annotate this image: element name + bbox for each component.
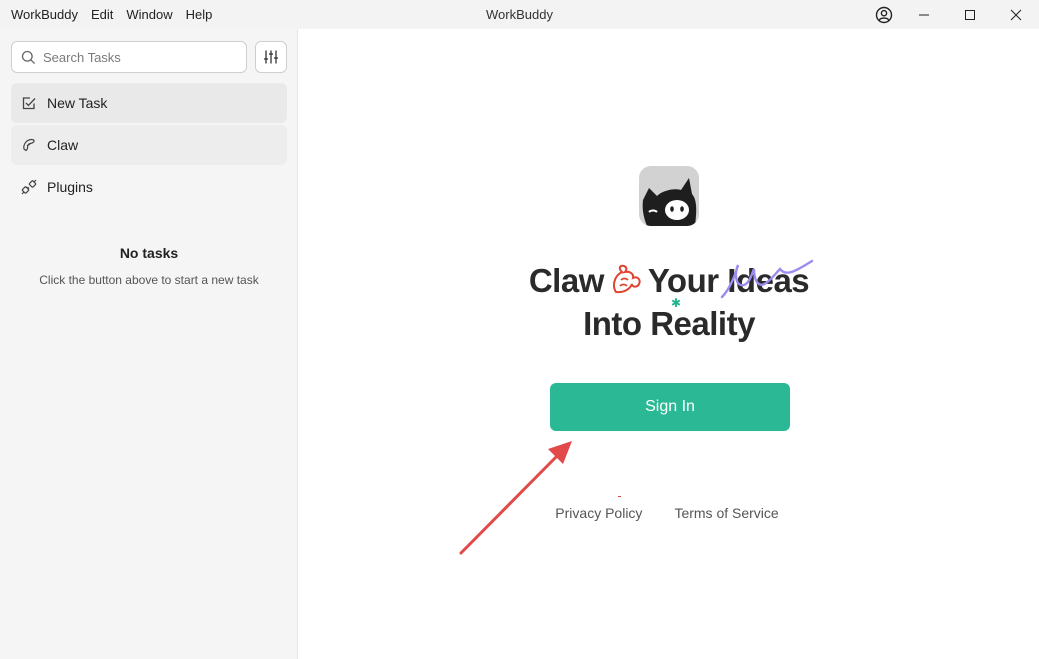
sign-in-button[interactable]: Sign In <box>550 383 790 431</box>
checkbox-edit-icon <box>20 94 38 112</box>
main-panel: Claw Your Ideas Into Reality ✱ Sign In P… <box>299 29 1039 659</box>
claw-glyph-icon <box>608 262 644 298</box>
close-button[interactable] <box>993 0 1039 29</box>
search-input[interactable] <box>43 49 233 65</box>
close-icon <box>1010 9 1022 20</box>
sliders-icon <box>264 50 278 64</box>
sidebar-item-claw[interactable]: Claw <box>11 125 287 165</box>
sidebar-item-plugins[interactable]: Plugins <box>11 167 287 207</box>
plugin-icon <box>20 178 38 196</box>
sidebar-item-label: Plugins <box>47 179 93 195</box>
account-circle-icon <box>875 6 893 23</box>
search-icon <box>21 50 36 64</box>
minimize-icon <box>919 14 929 15</box>
headline-line-2: Into Reality <box>583 305 755 342</box>
legal-links: Privacy Policy Terms of Service <box>299 505 1039 521</box>
maximize-icon <box>965 9 975 20</box>
sidebar-item-label: New Task <box>47 95 108 111</box>
headline: Claw Your Ideas Into Reality <box>299 259 1039 345</box>
terms-of-service-link[interactable]: Terms of Service <box>674 505 778 521</box>
sidebar-item-new-task[interactable]: New Task <box>11 83 287 123</box>
claw-icon <box>20 136 38 154</box>
title-bar: WorkBuddy Edit Window Help WorkBuddy <box>0 0 1039 29</box>
minimize-button[interactable] <box>901 0 947 29</box>
search-box[interactable] <box>11 41 247 73</box>
cat-logo-icon <box>639 166 699 226</box>
headline-line-1: Claw Your Ideas <box>299 259 1039 302</box>
maximize-button[interactable] <box>947 0 993 29</box>
empty-state-subtitle: Click the button above to start a new ta… <box>39 273 259 287</box>
sparkle-icon: ✱ <box>671 296 682 310</box>
empty-state-title: No tasks <box>119 245 179 261</box>
sidebar-item-label: Claw <box>47 137 79 153</box>
annotation-dot <box>618 496 621 497</box>
annotation-arrow <box>459 441 572 555</box>
headline-word-claw: Claw <box>528 262 605 299</box>
filter-button[interactable] <box>255 41 287 73</box>
sidebar: New Task Claw Plugins No tasks Click the… <box>0 29 298 659</box>
scribble-decoration <box>720 259 814 299</box>
